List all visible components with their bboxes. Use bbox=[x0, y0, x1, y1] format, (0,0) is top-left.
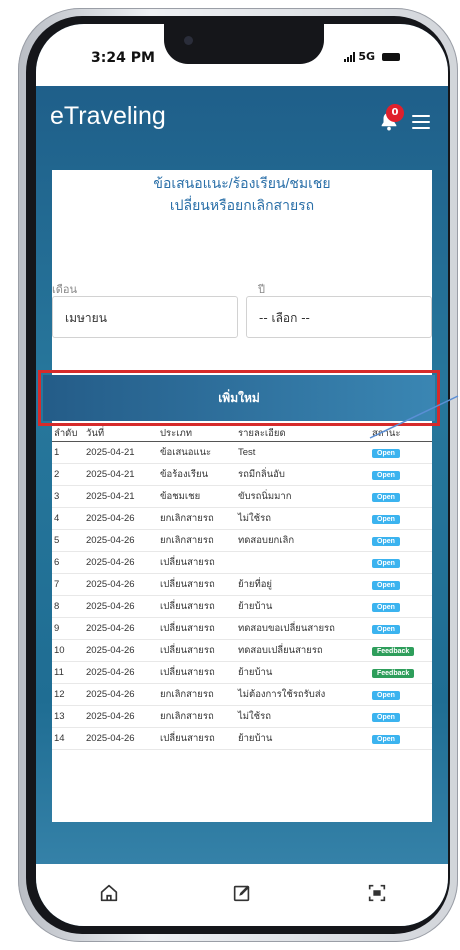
annotation-arrow bbox=[369, 395, 459, 439]
